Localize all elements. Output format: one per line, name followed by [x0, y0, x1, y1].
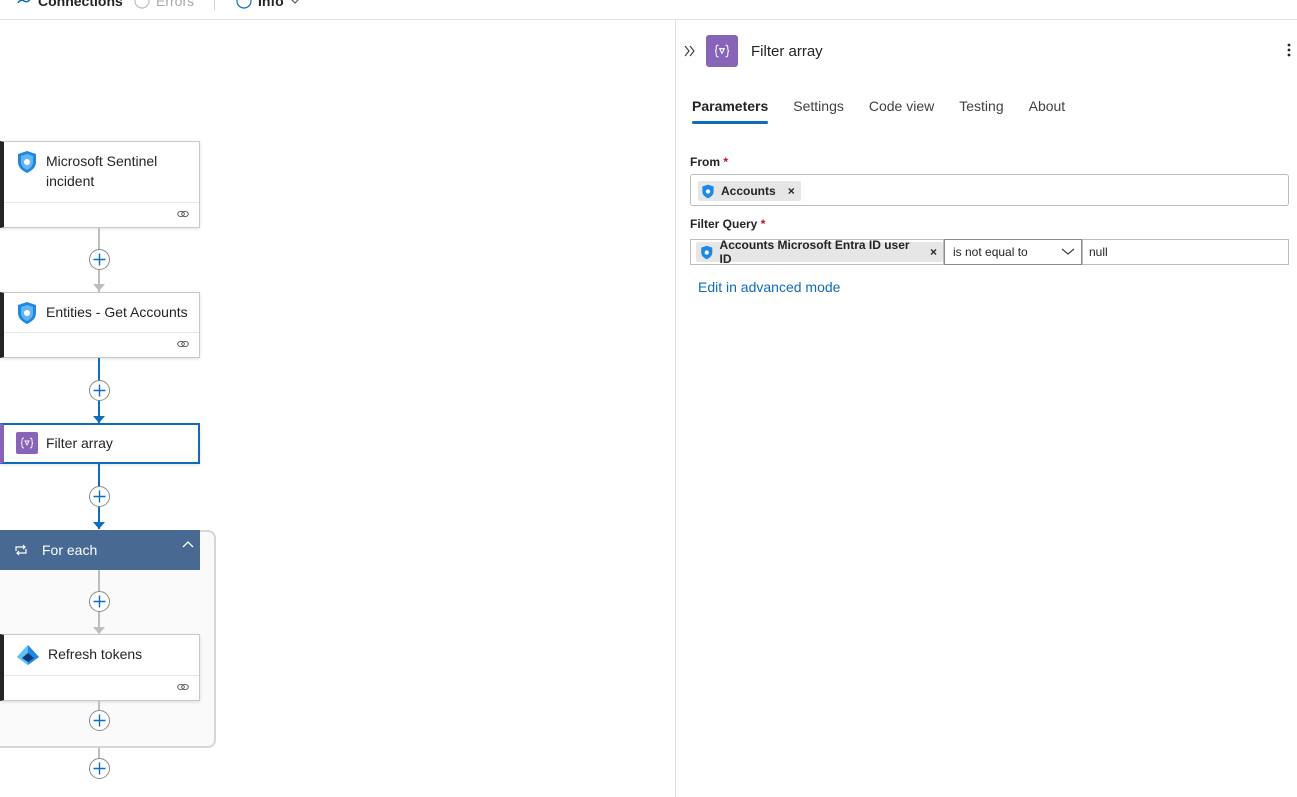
node-footer: [4, 202, 199, 227]
filter-left-operand-input[interactable]: Accounts Microsoft Entra ID user ID ×: [690, 238, 944, 266]
more-options-icon[interactable]: [1287, 42, 1291, 58]
errors-label: Errors: [156, 0, 195, 9]
insert-step-button[interactable]: [89, 758, 110, 779]
from-label-text: From: [690, 155, 720, 169]
plus-icon: [93, 595, 106, 608]
toolbar-divider: [214, 0, 215, 10]
filter-array-icon: [706, 35, 738, 67]
connector-arrow: [93, 284, 105, 291]
connections-button[interactable]: Connections: [16, 0, 123, 9]
insert-step-button[interactable]: [89, 486, 110, 507]
node-title: For each: [42, 542, 98, 558]
node-microsoft-sentinel-incident[interactable]: Microsoft Sentinel incident: [0, 141, 200, 228]
error-circle-icon: [134, 0, 150, 9]
panel-title[interactable]: Filter array: [751, 43, 823, 60]
insert-step-button[interactable]: [89, 710, 110, 731]
connection-link-icon: [177, 683, 189, 691]
node-title: Entities - Get Accounts: [46, 304, 188, 320]
from-field-label: From *: [690, 155, 728, 169]
filter-operator-dropdown[interactable]: is not equal to: [944, 239, 1082, 265]
token-label: Accounts Microsoft Entra ID user ID: [719, 238, 910, 266]
plus-icon: [93, 762, 106, 775]
node-entities-get-accounts[interactable]: Entities - Get Accounts: [0, 292, 200, 358]
plus-icon: [93, 714, 106, 727]
sentinel-shield-icon: [702, 184, 714, 198]
connector-line: [98, 748, 100, 758]
tab-settings[interactable]: Settings: [793, 98, 844, 124]
from-input[interactable]: Accounts ×: [690, 174, 1289, 206]
node-refresh-tokens[interactable]: Refresh tokens: [0, 634, 200, 701]
entra-id-icon: [17, 645, 39, 665]
dynamic-content-token[interactable]: Accounts ×: [698, 181, 801, 201]
edit-advanced-mode-link[interactable]: Edit in advanced mode: [698, 279, 840, 295]
node-title-line2: incident: [46, 173, 95, 189]
insert-step-button[interactable]: [89, 380, 110, 401]
token-label: Accounts: [721, 184, 776, 198]
connection-link-icon: [177, 210, 189, 218]
connector-arrow: [93, 416, 105, 423]
remove-token-icon[interactable]: ×: [788, 184, 795, 198]
collapse-chevron-icon[interactable]: [182, 540, 194, 548]
collapse-panel-icon[interactable]: [684, 45, 696, 57]
operator-value: is not equal to: [953, 245, 1028, 259]
chevron-down-icon: [1061, 248, 1075, 255]
tab-about[interactable]: About: [1029, 98, 1066, 124]
plus-icon: [93, 384, 106, 397]
filter-right-operand-input[interactable]: null: [1082, 239, 1289, 265]
loop-icon: [15, 544, 27, 556]
designer-toolbar: Connections Errors Info: [0, 0, 1297, 20]
plus-icon: [93, 490, 106, 503]
node-for-each[interactable]: For each: [0, 530, 200, 570]
required-marker: *: [760, 217, 766, 231]
connections-label: Connections: [38, 0, 123, 9]
chevron-down-icon: [290, 0, 299, 4]
tab-testing[interactable]: Testing: [959, 98, 1003, 124]
required-marker: *: [723, 155, 729, 169]
right-operand-value: null: [1089, 245, 1108, 259]
node-title-line1: Microsoft Sentinel: [46, 153, 158, 169]
insert-step-button[interactable]: [89, 249, 110, 270]
node-title: Refresh tokens: [48, 646, 143, 662]
connector-arrow: [93, 522, 105, 529]
connector-arrow: [93, 627, 105, 634]
filter-query-field-label: Filter Query *: [690, 217, 765, 231]
action-details-panel: Filter array Parameters Settings Code vi…: [675, 20, 1297, 797]
tab-parameters[interactable]: Parameters: [692, 98, 769, 124]
tab-code-view[interactable]: Code view: [869, 98, 934, 124]
errors-button[interactable]: Errors: [134, 0, 194, 9]
panel-header: Filter array: [684, 34, 1297, 68]
sentinel-shield-icon: [18, 151, 36, 173]
connections-icon: [17, 0, 31, 4]
node-footer: [4, 332, 199, 357]
node-title: Filter array: [46, 435, 113, 451]
filter-array-icon: [16, 432, 38, 454]
filter-query-row: Accounts Microsoft Entra ID user ID × is…: [690, 238, 1289, 266]
plus-icon: [93, 253, 106, 266]
connection-link-icon: [177, 340, 189, 348]
node-filter-array[interactable]: Filter array: [0, 423, 200, 464]
filter-query-label-text: Filter Query: [690, 217, 758, 231]
panel-tabs: Parameters Settings Code view Testing Ab…: [692, 98, 1065, 124]
dynamic-content-token[interactable]: Accounts Microsoft Entra ID user ID ×: [696, 238, 943, 266]
node-footer: [4, 675, 199, 700]
insert-step-button[interactable]: [89, 591, 110, 612]
info-label: Info: [258, 0, 284, 9]
info-icon: [236, 0, 252, 9]
sentinel-shield-icon: [18, 302, 36, 324]
info-button[interactable]: Info: [236, 0, 300, 9]
remove-token-icon[interactable]: ×: [930, 245, 937, 259]
sentinel-shield-icon: [701, 245, 713, 259]
